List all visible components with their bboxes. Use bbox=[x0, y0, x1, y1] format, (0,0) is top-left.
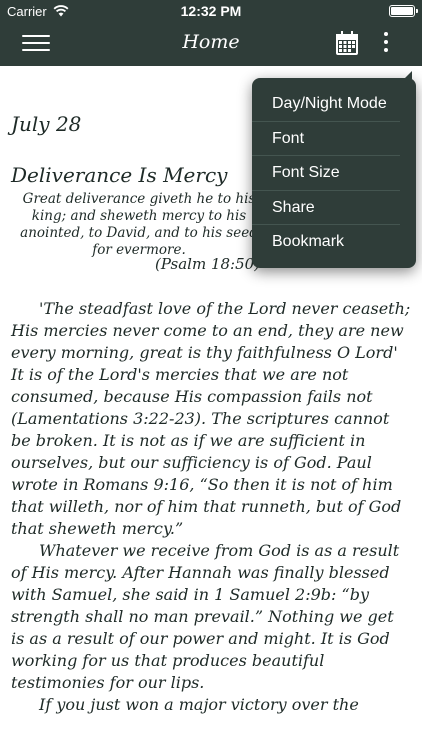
menu-item-font-size[interactable]: Font Size bbox=[252, 156, 400, 191]
devotion-body: 'The steadfast love of the Lord never ce… bbox=[11, 298, 411, 716]
status-bar: Carrier 12:32 PM bbox=[0, 0, 422, 22]
devotion-title: Deliverance Is Mercy bbox=[11, 163, 228, 187]
options-menu: Day/Night Mode Font Font Size Share Book… bbox=[252, 71, 416, 268]
scripture-verse: Great deliverance giveth he to his king;… bbox=[20, 191, 258, 258]
calendar-icon[interactable] bbox=[335, 30, 359, 56]
more-vertical-icon[interactable] bbox=[380, 32, 392, 54]
paragraph: If you just won a major victory over the bbox=[39, 695, 359, 714]
menu-item-bookmark[interactable]: Bookmark bbox=[252, 225, 400, 260]
menu-item-font[interactable]: Font bbox=[252, 122, 400, 157]
paragraph: 'The steadfast love of the Lord never ce… bbox=[11, 299, 411, 538]
navigation-bar: Home bbox=[0, 22, 422, 66]
battery-icon bbox=[389, 5, 418, 17]
paragraph: Whatever we receive from God is as a res… bbox=[11, 541, 400, 692]
status-time: 12:32 PM bbox=[180, 3, 242, 19]
scripture-reference: (Psalm 18:50) bbox=[155, 255, 261, 273]
devotion-date: July 28 bbox=[11, 112, 82, 136]
menu-item-day-night-mode[interactable]: Day/Night Mode bbox=[252, 87, 400, 122]
menu-item-share[interactable]: Share bbox=[252, 191, 400, 226]
